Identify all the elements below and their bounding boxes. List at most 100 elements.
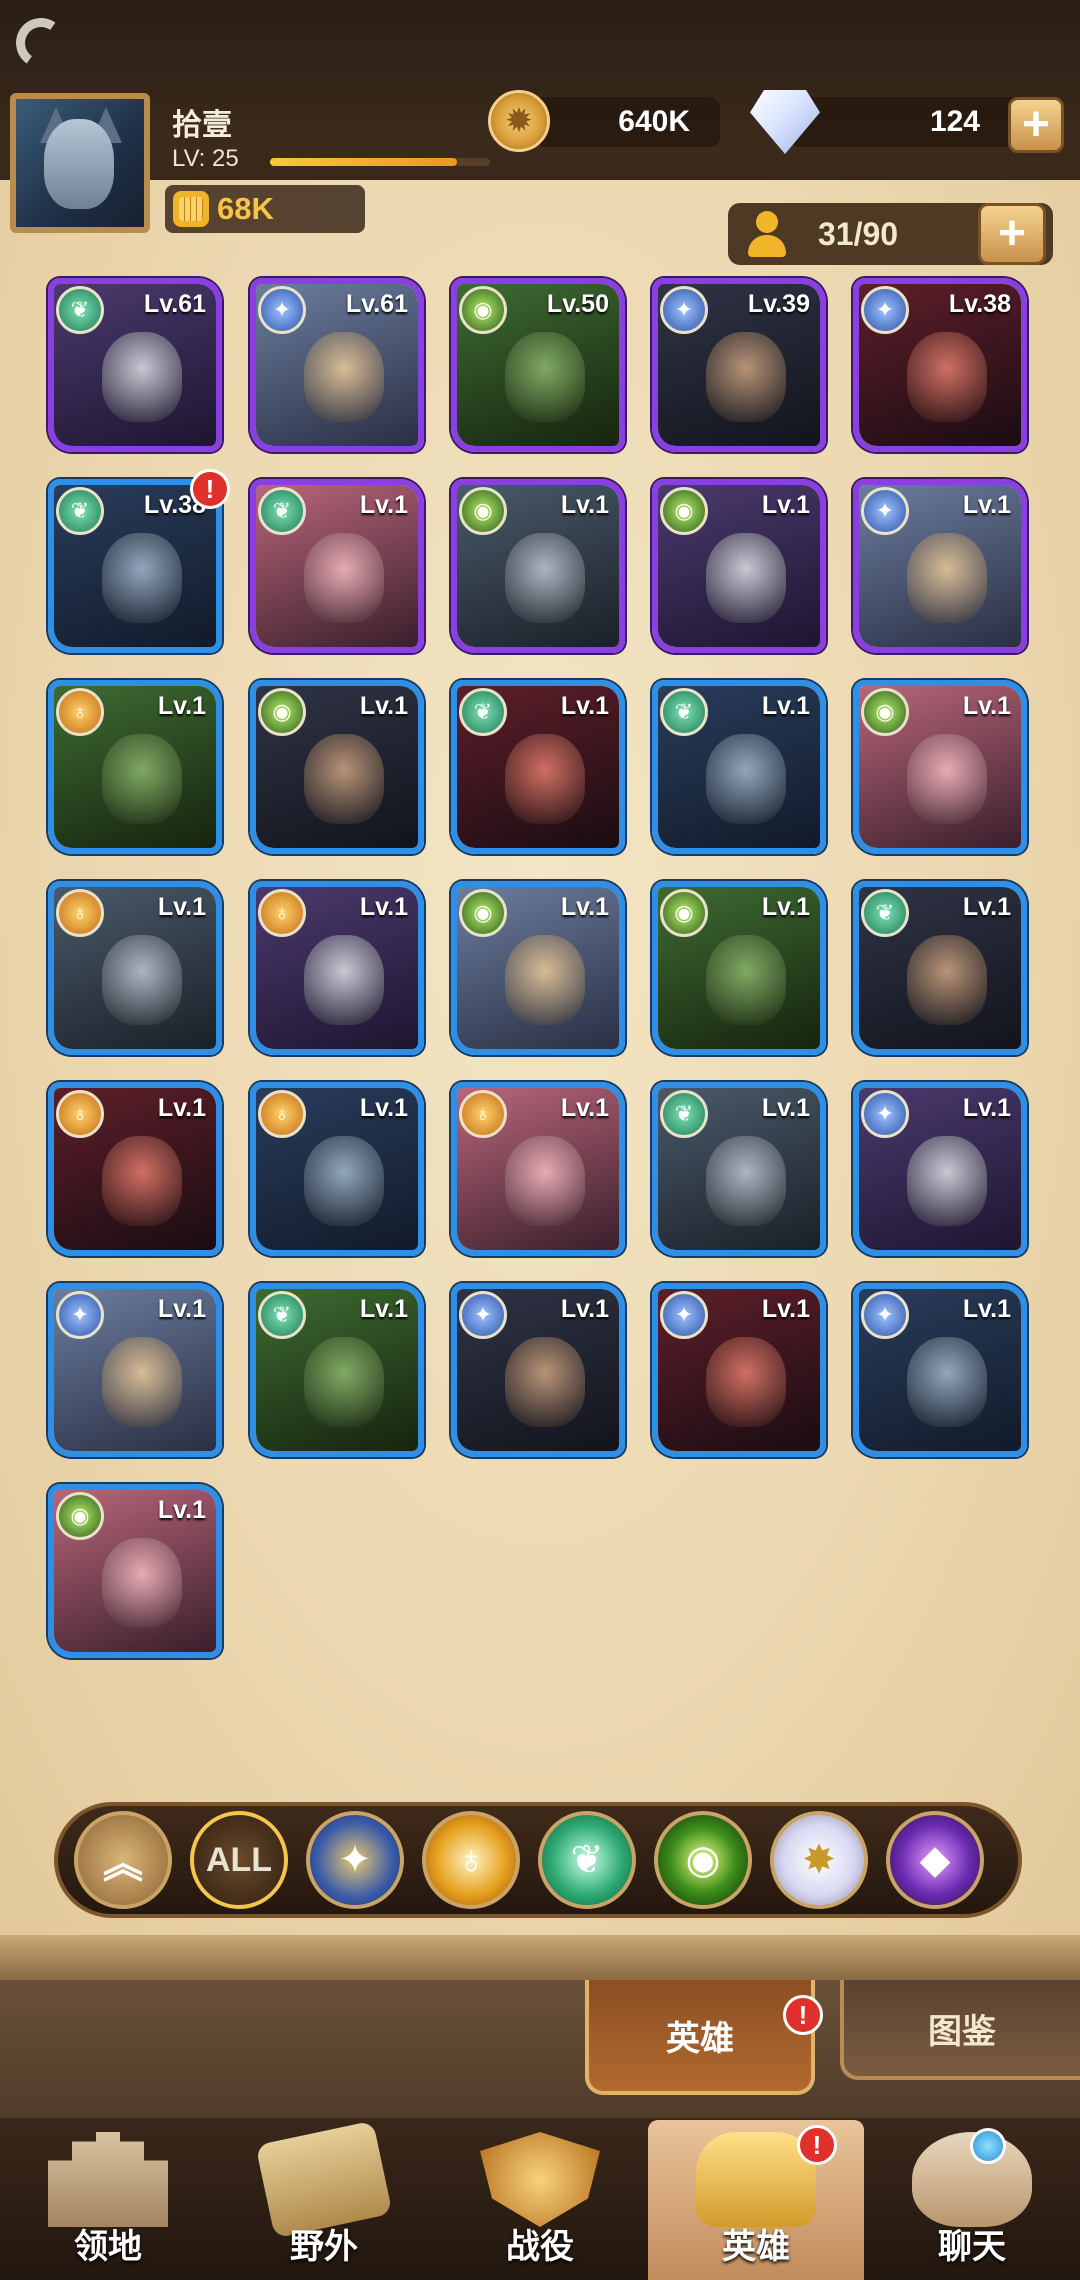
grave-faction-icon: ◉ <box>459 286 507 334</box>
hero-level: Lv.1 <box>962 1295 1011 1323</box>
mauler-faction-icon: ♁ <box>56 889 104 937</box>
hero-level: Lv.50 <box>546 290 609 318</box>
power-display: 68K <box>165 185 365 233</box>
tab-heroes[interactable]: 英雄 <box>585 1980 815 2095</box>
wild-faction-icon: ❦ <box>660 1090 708 1138</box>
light-faction-icon: ✦ <box>861 1090 909 1138</box>
hero-card[interactable]: ✦ Lv.1 <box>853 1283 1027 1457</box>
hero-figure <box>304 734 384 824</box>
light-faction-icon: ✦ <box>861 286 909 334</box>
grave-faction-icon: ◉ <box>861 688 909 736</box>
hero-card[interactable]: ❦ Lv.38 <box>48 479 222 653</box>
player-avatar[interactable] <box>10 93 150 233</box>
celestial-filter-button[interactable]: ✸ <box>770 1811 868 1909</box>
wilder-filter-button[interactable]: ❦ <box>538 1811 636 1909</box>
hero-figure <box>907 533 987 623</box>
hero-level: Lv.1 <box>761 692 810 720</box>
hero-figure <box>102 1538 182 1628</box>
hero-figure <box>102 332 182 422</box>
hero-level: Lv.61 <box>143 290 206 318</box>
gold-display: 640K <box>535 97 720 147</box>
light-faction-icon: ✦ <box>861 1291 909 1339</box>
hero-card[interactable]: ✦ Lv.39 <box>652 278 826 452</box>
hero-card[interactable]: ✦ Lv.1 <box>451 1283 625 1457</box>
mauler-faction-icon: ♁ <box>459 1090 507 1138</box>
graveborn-filter-button[interactable]: ◉ <box>654 1811 752 1909</box>
hero-card[interactable]: ◉ Lv.1 <box>652 881 826 1055</box>
wild-faction-icon: ❦ <box>459 688 507 736</box>
hero-card[interactable]: ❦ Lv.1 <box>652 680 826 854</box>
nav-campaign[interactable]: 战役 <box>432 2120 648 2280</box>
hero-card[interactable]: ✦ Lv.38 <box>853 278 1027 452</box>
hero-card[interactable]: ✦ Lv.1 <box>853 1082 1027 1256</box>
hero-figure <box>505 935 585 1025</box>
castle-icon <box>48 2132 168 2227</box>
hero-card[interactable]: ♁ Lv.1 <box>48 1082 222 1256</box>
hero-figure <box>505 533 585 623</box>
hero-card[interactable]: ♁ Lv.1 <box>48 680 222 854</box>
hero-card[interactable]: ◉ Lv.1 <box>652 479 826 653</box>
grave-faction-icon: ◉ <box>660 889 708 937</box>
hero-card[interactable]: ♁ Lv.1 <box>250 881 424 1055</box>
hero-card[interactable]: ◉ Lv.50 <box>451 278 625 452</box>
all-filter-button[interactable]: ALL <box>190 1811 288 1909</box>
light-faction-icon: ✦ <box>660 286 708 334</box>
chevron-up-icon: ︽ <box>103 1842 143 1886</box>
hero-level: Lv.1 <box>962 1094 1011 1122</box>
hero-card[interactable]: ✦ Lv.1 <box>652 1283 826 1457</box>
nav-territory[interactable]: 领地 <box>0 2120 216 2280</box>
tab-codex[interactable]: 图鉴 <box>840 1980 1080 2080</box>
hero-level: Lv.1 <box>560 893 609 921</box>
hero-card[interactable]: ❦ Lv.1 <box>853 881 1027 1055</box>
hero-card[interactable]: ♁ Lv.1 <box>451 1082 625 1256</box>
hero-card[interactable]: ❦ Lv.1 <box>250 1283 424 1457</box>
hero-level: Lv.1 <box>761 491 810 519</box>
lightbearer-filter-button[interactable]: ✦ <box>306 1811 404 1909</box>
hero-level: Lv.1 <box>157 1295 206 1323</box>
hero-level: Lv.1 <box>962 692 1011 720</box>
hypogean-filter-button[interactable]: ◆ <box>886 1811 984 1909</box>
hero-figure <box>907 734 987 824</box>
hero-level: Lv.1 <box>157 692 206 720</box>
hero-level: Lv.1 <box>560 1094 609 1122</box>
hero-card[interactable]: ✦ Lv.61 <box>250 278 424 452</box>
hero-card[interactable]: ♁ Lv.1 <box>250 1082 424 1256</box>
hero-level: Lv.1 <box>157 1094 206 1122</box>
nav-wild[interactable]: 野外 <box>216 2120 432 2280</box>
hero-card[interactable]: ❦ Lv.1 <box>652 1082 826 1256</box>
mauler-filter-button[interactable]: ♁ <box>422 1811 520 1909</box>
grave-faction-icon: ◉ <box>258 688 306 736</box>
hero-card[interactable]: ◉ Lv.1 <box>853 680 1027 854</box>
hero-figure <box>102 1136 182 1226</box>
wild-faction-icon: ❦ <box>56 286 104 334</box>
expand-capacity-button[interactable]: + <box>978 203 1046 265</box>
mauler-faction-icon: ♁ <box>258 1090 306 1138</box>
crossed-swords-shield-icon <box>480 2132 600 2227</box>
hero-figure <box>505 734 585 824</box>
hero-card[interactable]: ♁ Lv.1 <box>48 881 222 1055</box>
nav-chat-label: 聊天 <box>938 2228 1006 2266</box>
hero-level: Lv.1 <box>157 1496 206 1524</box>
hero-figure <box>907 332 987 422</box>
nav-wild-label: 野外 <box>290 2228 358 2266</box>
hero-figure <box>706 533 786 623</box>
hero-card[interactable]: ❦ Lv.1 <box>250 479 424 653</box>
hero-card[interactable]: ✦ Lv.1 <box>853 479 1027 653</box>
hero-card[interactable]: ◉ Lv.1 <box>451 479 625 653</box>
hero-card[interactable]: ✦ Lv.1 <box>48 1283 222 1457</box>
hero-level: Lv.1 <box>761 1295 810 1323</box>
hero-figure <box>907 1136 987 1226</box>
hero-card[interactable]: ❦ Lv.1 <box>451 680 625 854</box>
rank-up-filter-button[interactable]: ︽ <box>74 1811 172 1909</box>
hero-card[interactable]: ◉ Lv.1 <box>451 881 625 1055</box>
nav-campaign-label: 战役 <box>506 2228 574 2266</box>
hero-card[interactable]: ❦ Lv.61 <box>48 278 222 452</box>
hero-card[interactable]: ◉ Lv.1 <box>250 680 424 854</box>
hero-figure <box>706 734 786 824</box>
hero-card[interactable]: ◉ Lv.1 <box>48 1484 222 1658</box>
tab-heroes-alert-badge: ! <box>783 1995 823 2035</box>
power-value: 68K <box>217 191 274 226</box>
wild-faction-icon: ❦ <box>861 889 909 937</box>
add-diamonds-button[interactable]: + <box>1008 97 1064 153</box>
celestial-star-icon: ✸ <box>802 1838 836 1882</box>
